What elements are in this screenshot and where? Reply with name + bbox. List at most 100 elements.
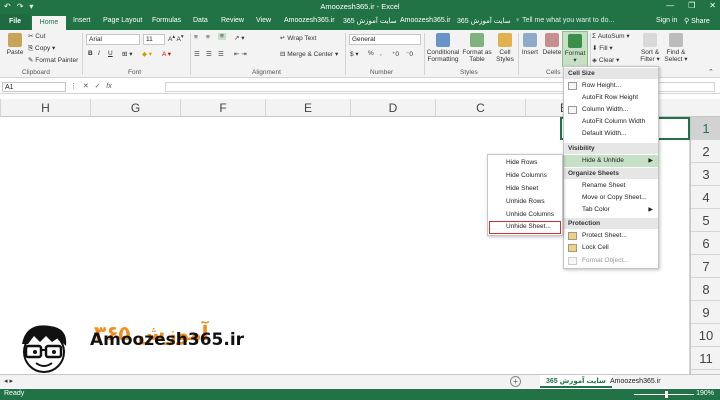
menu-item-autofit-row[interactable]: AutoFit Row Height [564,92,658,104]
column-header-f[interactable]: F [180,99,265,117]
submenu-hide-columns[interactable]: Hide Columns [488,169,562,182]
decrease-decimal-icon[interactable]: ⁻0 [406,50,413,58]
column-header-e[interactable]: E [265,99,350,117]
menu-item-default-width[interactable]: Default Width... [564,128,658,140]
font-name-select[interactable]: Arial [86,34,140,45]
tab-insert[interactable]: Insert [73,17,91,24]
add-sheet-button[interactable]: + [510,376,521,387]
column-header-d[interactable]: D [350,99,435,117]
delete-cells-button[interactable]: Delete [541,33,563,56]
align-bottom-icon[interactable]: ≡ [218,33,226,40]
submenu-unhide-columns[interactable]: Unhide Columns [488,208,562,221]
scroll-left-icon[interactable]: ◂ ▸ [4,377,13,385]
format-as-table-button[interactable]: Format as Table [462,33,492,63]
row-header-8[interactable]: 8 [691,278,720,301]
align-center-icon[interactable]: ☰ [206,50,212,58]
tab-review[interactable]: Review [221,17,244,24]
menu-item-lock-cell[interactable]: Lock Cell [564,242,658,254]
fill-button[interactable]: ⬇ Fill ▾ [592,44,613,52]
row-header-10[interactable]: 10 [691,324,720,347]
align-middle-icon[interactable]: ≡ [206,34,210,41]
cancel-icon[interactable]: ✕ [83,83,93,90]
share-button[interactable]: ⚲ Share [684,17,710,25]
align-top-icon[interactable]: ≡ [194,34,198,41]
tab-extra-3[interactable]: Amoozesh365.ir [400,17,451,24]
paste-button[interactable]: Paste [2,33,28,56]
tab-home[interactable]: Home [32,16,66,30]
currency-icon[interactable]: $ ▾ [350,50,359,58]
name-box[interactable]: A1 [2,82,66,92]
indent-icon[interactable]: ⇤ ⇥ [234,50,247,58]
fill-color-icon[interactable]: ◆ ▾ [142,50,152,58]
column-header-h[interactable]: H [0,99,90,117]
orientation-icon[interactable]: ↗ ▾ [234,34,245,42]
row-header-5[interactable]: 5 [691,209,720,232]
increase-decimal-icon[interactable]: ⁺0 [392,50,399,58]
collapse-ribbon-icon[interactable]: ⌃ [708,68,714,76]
format-cells-button[interactable]: Format ▾ [562,31,588,67]
find-select-button[interactable]: Find & Select ▾ [664,33,688,63]
row-header-2[interactable]: 2 [691,140,720,163]
restore-icon[interactable]: ❐ [688,1,695,10]
cut-button[interactable]: ✂ Cut [28,32,45,40]
select-all-corner[interactable] [690,99,720,117]
format-painter-button[interactable]: ✎ Format Painter [28,56,78,64]
align-right-icon[interactable]: ☰ [218,50,224,58]
minimize-icon[interactable]: — [666,1,674,10]
tab-extra-1[interactable]: Amoozesh365.ir [284,17,335,24]
copy-button[interactable]: ⎘ Copy ▾ [28,44,55,53]
wrap-text-button[interactable]: ↵ Wrap Text [280,34,316,42]
submenu-hide-rows[interactable]: Hide Rows [488,156,562,169]
enter-icon[interactable]: ✓ [95,83,105,90]
column-header-c[interactable]: C [435,99,525,117]
submenu-unhide-sheet[interactable]: Unhide Sheet... [489,221,561,234]
tab-file[interactable]: File [0,14,30,30]
autosum-button[interactable]: Σ AutoSum ▾ [592,32,630,40]
tab-view[interactable]: View [256,17,271,24]
zoom-slider[interactable] [634,394,694,395]
row-header-4[interactable]: 4 [691,186,720,209]
tab-formulas[interactable]: Formulas [152,17,181,24]
tab-extra-4[interactable]: سایت آموزش 365 [457,17,511,25]
menu-item-column-width[interactable]: Column Width... [564,104,658,116]
insert-function-icon[interactable]: fx [106,83,111,90]
row-header-1[interactable]: 1 [691,117,720,140]
zoom-level[interactable]: 190% [696,390,714,397]
insert-cells-button[interactable]: Insert [519,33,541,56]
borders-icon[interactable]: ⊞ ▾ [122,50,133,58]
menu-item-hide-unhide[interactable]: Hide & Unhide ▶ [564,155,658,167]
underline-button[interactable]: U [108,50,113,57]
number-format-select[interactable]: General [349,34,421,45]
merge-center-button[interactable]: ⊟ Merge & Center ▾ [280,50,338,58]
comma-style-icon[interactable]: , [380,50,382,57]
tab-extra-2[interactable]: سایت آموزش 365 [343,17,397,25]
font-size-select[interactable]: 11 [143,34,165,45]
italic-button[interactable]: I [98,50,100,57]
menu-item-tab-color[interactable]: Tab Color ▶ [564,204,658,216]
submenu-unhide-rows[interactable]: Unhide Rows [488,195,562,208]
menu-item-move-copy[interactable]: Move or Copy Sheet... [564,192,658,204]
row-header-9[interactable]: 9 [691,301,720,324]
menu-item-rename-sheet[interactable]: Rename Sheet [564,180,658,192]
font-color-icon[interactable]: A ▾ [162,50,171,58]
tell-me-box[interactable]: ♀ Tell me what you want to do... [515,17,614,24]
grow-font-icon[interactable]: A▴ A▾ [168,34,184,43]
conditional-formatting-button[interactable]: Conditional Formatting [425,33,461,63]
sign-in-link[interactable]: Sign in [656,17,677,24]
tab-data[interactable]: Data [193,17,208,24]
submenu-hide-sheet[interactable]: Hide Sheet [488,182,562,195]
row-header-11[interactable]: 11 [691,347,720,370]
clear-button[interactable]: ◈ Clear ▾ [592,56,619,64]
menu-item-row-height[interactable]: Row Height... [564,80,658,92]
menu-item-autofit-column[interactable]: AutoFit Column Width [564,116,658,128]
zoom-slider-knob[interactable] [665,391,668,398]
percent-icon[interactable]: % [368,50,374,57]
sheet-tab-other[interactable]: Amoozesh365.ir [604,375,667,388]
cell-styles-button[interactable]: Cell Styles [494,33,516,63]
bold-button[interactable]: B [88,50,93,57]
sheet-tab-active[interactable]: سایت آموزش 365 [540,375,612,388]
menu-item-protect-sheet[interactable]: Protect Sheet... [564,230,658,242]
align-left-icon[interactable]: ☰ [194,50,200,58]
close-icon[interactable]: ✕ [709,1,716,10]
row-header-6[interactable]: 6 [691,232,720,255]
